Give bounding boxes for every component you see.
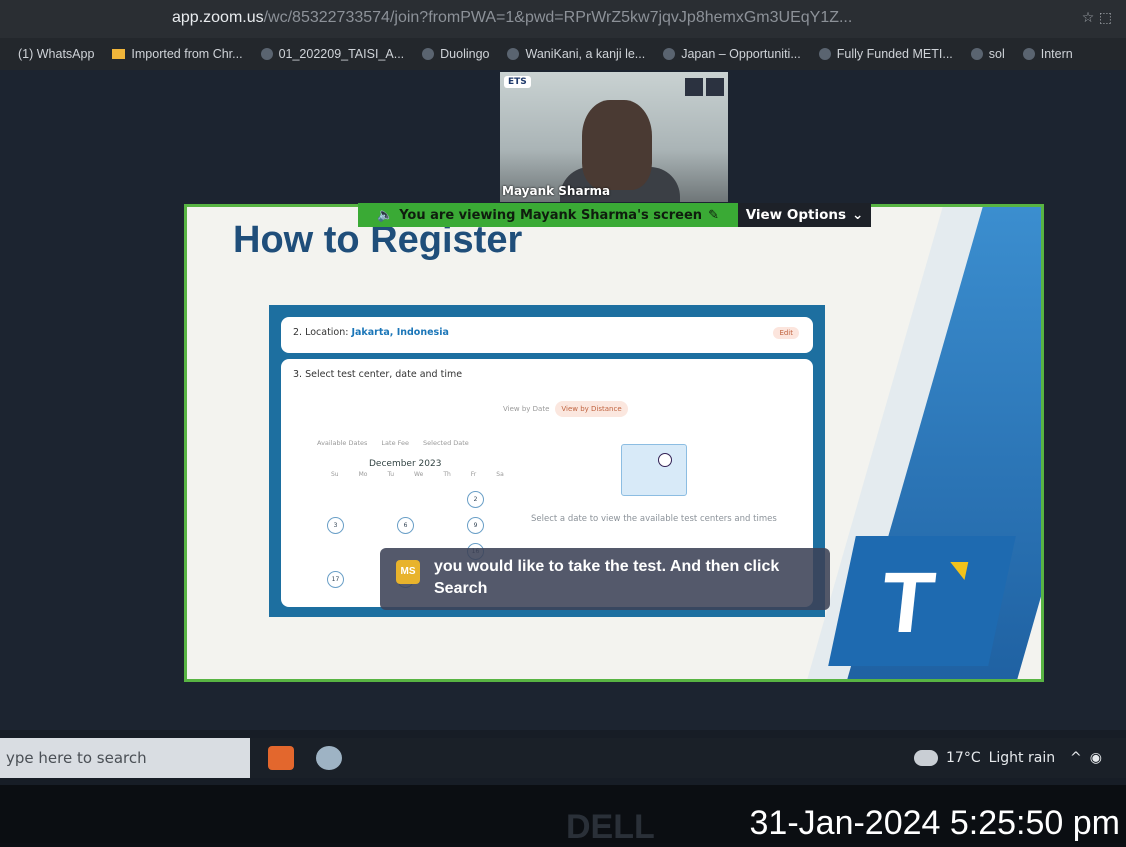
bookmark-whatsapp[interactable]: (1) WhatsApp — [18, 47, 94, 61]
bookmark-duolingo[interactable]: Duolingo — [422, 47, 489, 61]
chevron-up-icon[interactable]: ^ — [1070, 750, 1082, 766]
taskbar-search-box[interactable]: ype here to search — [0, 738, 250, 778]
bookmarks-bar: (1) WhatsApp Imported from Chr... 01_202… — [0, 38, 1126, 70]
globe-icon — [507, 48, 520, 60]
folder-icon — [112, 49, 126, 59]
tray-app-icon[interactable]: ◉ — [1090, 750, 1102, 766]
calendar-month: December 2023 — [369, 459, 442, 469]
video-controls[interactable] — [685, 78, 724, 96]
view-toggle: View by Date View by Distance — [497, 401, 628, 417]
speaker-icon: 🔈 — [377, 207, 394, 223]
calendar-weekdays: Su Mo Tu We Th Fr Sa — [331, 471, 504, 478]
bookmark-taisi[interactable]: 01_202209_TAISI_A... — [260, 47, 404, 61]
participant-avatar — [582, 100, 652, 190]
globe-icon — [422, 48, 435, 60]
caption-text: you would like to take the test. And the… — [434, 558, 780, 597]
bookmark-meti[interactable]: Fully Funded METI... — [818, 47, 953, 61]
app-icon[interactable] — [316, 746, 342, 770]
toeic-logo: T — [828, 536, 1016, 666]
bookmark-wanikani[interactable]: WaniKani, a kanji le... — [507, 47, 645, 61]
view-options-button[interactable]: View Options ⌄ — [738, 203, 871, 227]
video-control-icon[interactable] — [685, 78, 703, 96]
brave-browser-icon[interactable] — [268, 746, 294, 770]
calendar-day: 9 — [467, 517, 484, 534]
photo-timestamp: 31-Jan-2024 5:25:50 pm — [749, 804, 1120, 842]
edit-button: Edit — [773, 327, 799, 339]
globe-icon — [970, 48, 983, 60]
bookmark-sol[interactable]: sol — [970, 47, 1005, 61]
calendar-day: 3 — [327, 517, 344, 534]
screen-share-notice: 🔈 You are viewing Mayank Sharma's screen… — [358, 203, 738, 227]
calendar-day: 6 — [397, 517, 414, 534]
windows-taskbar: ype here to search 17°C Light rain ^ ◉ — [0, 738, 1126, 778]
globe-icon — [818, 48, 831, 60]
calendar-day: 17 — [327, 571, 344, 588]
calendar-legend: Available Dates Late Fee Selected Date — [317, 439, 469, 447]
chevron-down-icon: ⌄ — [852, 207, 864, 223]
participant-name: Mayank Sharma — [502, 184, 611, 198]
browser-toolbar-icons[interactable]: ☆ ⬚ — [1082, 10, 1112, 26]
system-tray[interactable]: ^ ◉ — [1070, 738, 1102, 778]
weather-widget[interactable]: 17°C Light rain — [914, 738, 1055, 778]
bookmark-imported[interactable]: Imported from Chr... — [112, 47, 243, 61]
globe-icon — [1022, 48, 1035, 60]
url-path: /wc/85322733574/join?fromPWA=1&pwd=RPrWr… — [263, 9, 853, 26]
monitor-screen: app.zoom.us/wc/85322733574/join?fromPWA=… — [0, 0, 1126, 785]
bookmark-intern[interactable]: Intern — [1022, 47, 1073, 61]
pen-icon: ✎ — [708, 207, 719, 223]
ets-logo-badge: ETS — [504, 76, 531, 88]
globe-icon — [663, 48, 676, 60]
select-date-message: Select a date to view the available test… — [531, 514, 777, 524]
clock-icon — [658, 453, 672, 467]
dell-logo: DELL — [566, 808, 655, 846]
caption-avatar: MS — [396, 560, 420, 584]
participant-video[interactable]: ETS Mayank Sharma — [500, 72, 728, 202]
location-card: 2. Location: Jakarta, Indonesia Edit — [281, 317, 813, 353]
url-host: app.zoom.us — [172, 9, 264, 26]
calendar-day: 2 — [467, 491, 484, 508]
bookmark-japan[interactable]: Japan – Opportuniti... — [663, 47, 801, 61]
cloud-rain-icon — [914, 750, 938, 766]
video-control-icon[interactable] — [706, 78, 724, 96]
url-text[interactable]: app.zoom.us/wc/85322733574/join?fromPWA=… — [172, 9, 852, 27]
globe-icon — [260, 48, 273, 60]
browser-address-bar[interactable]: app.zoom.us/wc/85322733574/join?fromPWA=… — [0, 0, 1126, 38]
live-caption: MS you would like to take the test. And … — [380, 548, 830, 610]
calendar-illustration-icon — [621, 444, 687, 496]
